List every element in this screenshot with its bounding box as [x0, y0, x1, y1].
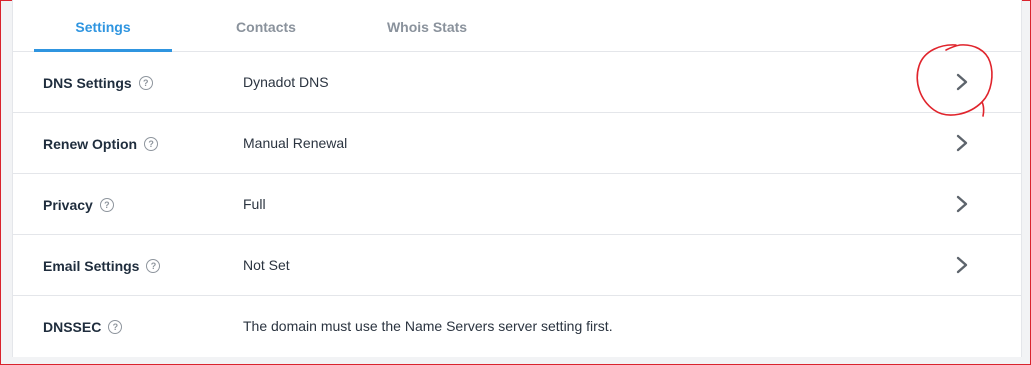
tab-whois-stats-label: Whois Stats — [386, 19, 468, 35]
row-value: Dynadot DNS — [243, 74, 329, 90]
tab-bar: Settings Contacts Whois Stats — [13, 0, 1021, 52]
chevron-right-icon[interactable] — [955, 134, 969, 152]
row-label-text: Email Settings — [43, 258, 140, 274]
row-label: DNS Settings ? — [43, 52, 153, 112]
row-value: Manual Renewal — [243, 135, 348, 151]
row-value: Full — [243, 196, 266, 212]
row-label: Email Settings ? — [43, 235, 161, 295]
question-circle-icon[interactable]: ? — [99, 198, 114, 212]
tab-settings[interactable]: Settings — [34, 0, 172, 52]
row-label-text: Renew Option — [43, 136, 138, 152]
row-value: The domain must use the Name Servers ser… — [243, 318, 613, 334]
chevron-right-icon[interactable] — [955, 195, 969, 213]
chevron-right-icon[interactable] — [955, 73, 969, 91]
row-value: Not Set — [243, 257, 290, 273]
row-label-text: Privacy — [43, 197, 93, 213]
question-circle-icon[interactable]: ? — [108, 320, 123, 334]
row-label: Renew Option ? — [43, 113, 159, 173]
tab-settings-label: Settings — [75, 19, 131, 35]
question-circle-icon[interactable]: ? — [146, 259, 161, 273]
row-label: Privacy ? — [43, 174, 114, 234]
settings-row-email[interactable]: Email Settings ? Not Set — [13, 235, 1021, 296]
row-label-text: DNSSEC — [43, 319, 102, 335]
settings-row-renew[interactable]: Renew Option ? Manual Renewal — [13, 113, 1021, 174]
settings-row-dnssec: DNSSEC ? The domain must use the Name Se… — [13, 296, 1021, 356]
settings-row-dns[interactable]: DNS Settings ? Dynadot DNS — [13, 52, 1021, 113]
tab-contacts[interactable]: Contacts — [209, 0, 323, 51]
domain-settings-panel: Settings Contacts Whois Stats DNS Settin… — [12, 0, 1022, 357]
tab-contacts-label: Contacts — [236, 19, 296, 35]
row-label: DNSSEC ? — [43, 296, 123, 356]
chevron-right-icon[interactable] — [955, 256, 969, 274]
question-circle-icon[interactable]: ? — [138, 76, 153, 90]
row-label-text: DNS Settings — [43, 75, 132, 91]
settings-row-privacy[interactable]: Privacy ? Full — [13, 174, 1021, 235]
tab-whois-stats[interactable]: Whois Stats — [365, 0, 489, 51]
question-circle-icon[interactable]: ? — [144, 137, 159, 151]
